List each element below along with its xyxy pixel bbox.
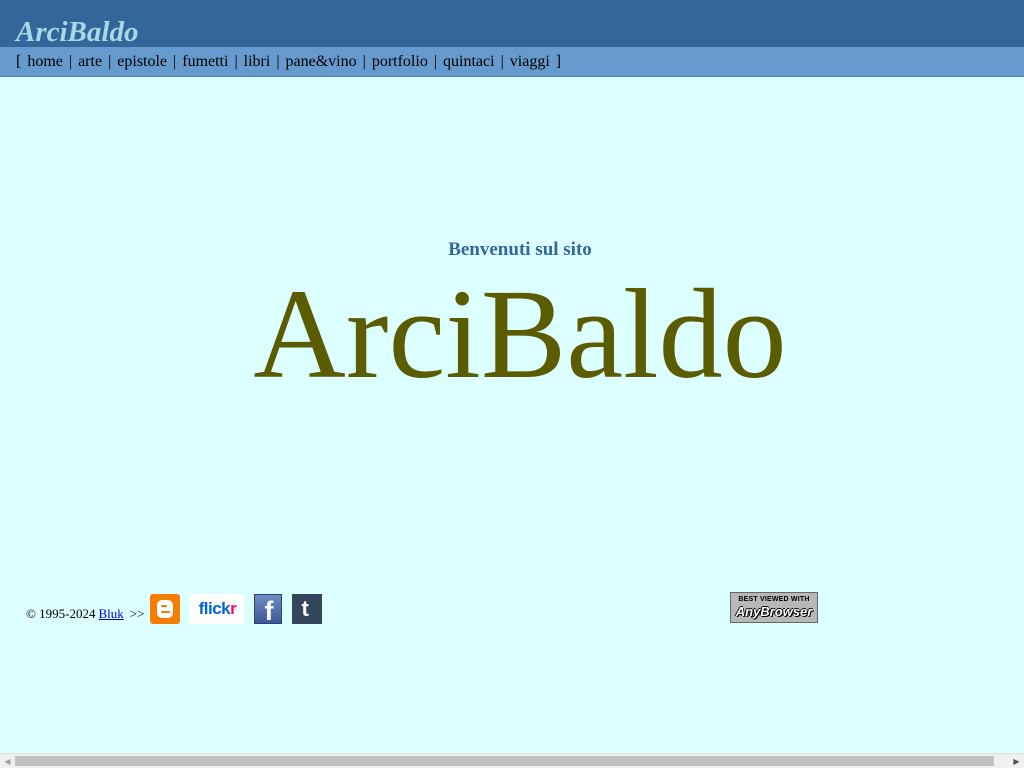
nav-item-pane-vino[interactable]: pane&vino (286, 53, 357, 70)
nav-item-epistole[interactable]: epistole (117, 53, 167, 70)
blogger-icon[interactable] (150, 594, 181, 624)
nav-separator: | (68, 53, 73, 70)
nav-separator: | (234, 53, 238, 70)
nav-item-arte[interactable]: arte (78, 53, 102, 70)
scroll-left-arrow-icon[interactable]: ◀ (0, 754, 15, 768)
nav-separator: | (276, 53, 280, 70)
badge-bottom-text: AnyBrowser (735, 604, 813, 619)
nav-separator: | (500, 53, 504, 70)
scroll-right-arrow-icon[interactable]: ▶ (1009, 754, 1024, 768)
badge-top-text: BEST VIEWED WITH (738, 596, 810, 603)
horizontal-scrollbar[interactable]: ◀ ▶ (0, 753, 1024, 768)
nav-separator: | (433, 53, 438, 70)
flickr-text-r: r (230, 599, 237, 618)
blogger-b-glyph (157, 600, 174, 618)
flickr-icon[interactable]: flick r (190, 594, 245, 624)
welcome-text: Benvenuti sul sito (448, 239, 592, 260)
scrollbar-thumb[interactable] (15, 756, 994, 766)
tumblr-icon[interactable]: t (292, 594, 323, 624)
nav-separator: | (362, 53, 366, 70)
nav-item-quintaci[interactable]: quintaci (443, 53, 495, 70)
flickr-text: flick (198, 599, 231, 618)
any-browser-badge[interactable]: BEST VIEWED WITH AnyBrowser (730, 592, 818, 623)
footer: © 1995-2024 Bluk >> flick r f t (26, 592, 323, 624)
facebook-icon[interactable]: f (254, 594, 283, 624)
page: ArciBaldo [ home | arte | epistole | fumetti | li… (0, 0, 1024, 768)
nav-separator: | (173, 53, 177, 70)
nav-open-bracket: [ (16, 53, 22, 70)
nav-item-fumetti[interactable]: fumetti (182, 53, 228, 70)
nav-item-home[interactable]: home (27, 53, 63, 70)
arrows-text: >> (129, 606, 145, 621)
nav-menu: [ home | arte | epistole | fumetti | libri | pane&v… (16, 52, 561, 72)
author-link[interactable]: Bluk (98, 606, 123, 621)
site-logo[interactable]: ArciBaldo (16, 15, 138, 49)
copyright-text: © 1995-2024 (26, 606, 96, 621)
nav-separator: | (108, 53, 112, 70)
nav-item-portfolio[interactable]: portfolio (372, 53, 428, 70)
nav-item-viaggi[interactable]: viaggi (510, 53, 550, 70)
site-header: ArciBaldo (0, 0, 1024, 49)
nav-close-bracket: ] (555, 53, 562, 70)
main-title: ArciBaldo (253, 263, 787, 405)
social-links: flick r f t (150, 594, 323, 624)
copyright-line: © 1995-2024 Bluk >> (26, 606, 150, 624)
tumblr-letter: t (301, 596, 309, 621)
facebook-letter: f (264, 596, 274, 624)
nav-bar: [ home | arte | epistole | fumetti | libri | pane&v… (0, 47, 1024, 77)
nav-item-libri[interactable]: libri (244, 53, 271, 70)
